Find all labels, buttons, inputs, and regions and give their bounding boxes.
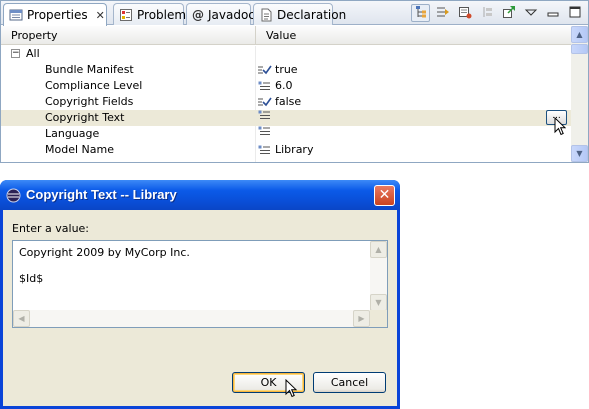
column-header-value[interactable]: Value	[255, 26, 571, 45]
show-advanced-button[interactable]	[433, 4, 452, 22]
view-menu-button[interactable]	[521, 4, 540, 22]
problems-icon	[119, 8, 133, 22]
category-row-all[interactable]: − All	[1, 46, 571, 62]
table-row[interactable]: Model Name Library	[1, 142, 571, 158]
copyright-text-dialog: Copyright Text -- Library ✕ Enter a valu…	[0, 180, 400, 409]
tab-properties[interactable]: Properties ✕	[3, 3, 107, 26]
table-scrollbar[interactable]: ▲ ▼	[571, 26, 588, 162]
pin-icon	[502, 5, 516, 22]
checkbox-value-icon	[258, 97, 272, 108]
category-label: All	[26, 47, 40, 60]
prompt-label: Enter a value:	[12, 222, 90, 235]
tab-problems[interactable]: Problems	[113, 3, 192, 25]
tab-declaration-label: Declaration	[277, 7, 347, 22]
link-icon	[480, 5, 494, 22]
property-name: Bundle Manifest	[45, 63, 134, 76]
pin-button[interactable]	[499, 4, 518, 22]
table-header: Property Value	[1, 26, 571, 45]
dialog-title: Copyright Text -- Library	[26, 187, 177, 202]
restore-default-icon	[458, 5, 472, 22]
property-value: 6.0	[275, 79, 293, 92]
view-tab-bar: Properties ✕ Problems @ Javadoc Declarat…	[1, 1, 588, 26]
property-name: Compliance Level	[45, 79, 143, 92]
property-name: Language	[45, 127, 100, 140]
at-sign-icon: @	[192, 7, 204, 22]
property-value: Library	[275, 143, 314, 156]
tab-declaration[interactable]: Declaration	[253, 3, 346, 25]
view-menu-icon	[524, 5, 538, 22]
scroll-left-arrow-icon[interactable]: ◀	[13, 310, 30, 327]
dialog-body: Enter a value: Copyright 2009 by MyCorp …	[3, 210, 397, 406]
scrollbar-corner	[370, 310, 387, 327]
table-row[interactable]: Language	[1, 126, 571, 142]
properties-view: Properties ✕ Problems @ Javadoc Declarat…	[0, 0, 589, 163]
tab-properties-label: Properties	[27, 8, 88, 22]
table-row[interactable]: Compliance Level 6.0	[1, 78, 571, 94]
table-row-selected[interactable]: Copyright Text ...	[1, 110, 571, 126]
list-value-icon	[258, 110, 272, 121]
dialog-titlebar[interactable]: Copyright Text -- Library ✕	[0, 180, 400, 210]
link-button[interactable]	[477, 4, 496, 22]
scroll-up-arrow-icon[interactable]: ▲	[571, 26, 588, 43]
properties-icon	[9, 8, 23, 22]
show-categories-icon	[414, 5, 428, 22]
show-categories-button[interactable]	[411, 4, 430, 22]
mouse-pointer-icon	[285, 379, 297, 398]
value-textarea[interactable]: Copyright 2009 by MyCorp Inc. $Id$ ▲ ▼ ◀…	[12, 240, 388, 328]
tab-javadoc[interactable]: @ Javadoc	[186, 3, 255, 25]
tab-problems-label: Problems	[137, 7, 193, 22]
scrollbar-thumb[interactable]	[571, 44, 588, 54]
eclipse-icon	[6, 188, 21, 203]
property-name: Copyright Fields	[45, 95, 134, 108]
list-value-icon	[258, 126, 272, 137]
textarea-horizontal-scrollbar[interactable]: ◀ ▶	[13, 310, 370, 327]
value-text[interactable]: Copyright 2009 by MyCorp Inc. $Id$	[19, 246, 190, 285]
table-row[interactable]: Bundle Manifest true	[1, 62, 571, 78]
textarea-vertical-scrollbar[interactable]: ▲ ▼	[370, 241, 387, 311]
table-row[interactable]: Copyright Fields false	[1, 94, 571, 110]
scroll-right-arrow-icon[interactable]: ▶	[353, 310, 370, 327]
scroll-down-arrow-icon[interactable]: ▼	[571, 145, 588, 162]
minimize-button[interactable]	[543, 4, 562, 22]
mouse-pointer-icon	[554, 117, 566, 136]
declaration-icon	[259, 8, 273, 22]
tab-javadoc-label: Javadoc	[208, 7, 255, 22]
minimize-icon	[546, 5, 560, 22]
property-name: Copyright Text	[45, 111, 125, 124]
value-line: $Id$	[19, 272, 44, 285]
property-value: false	[275, 95, 302, 108]
maximize-icon	[568, 5, 582, 22]
close-icon[interactable]: ✕	[96, 9, 105, 22]
collapse-icon[interactable]: −	[11, 49, 20, 58]
property-table: − All Bundle Manifest true Compliance Le…	[1, 46, 571, 162]
property-name: Model Name	[45, 143, 114, 156]
list-value-icon	[258, 145, 272, 156]
property-value: true	[275, 63, 298, 76]
scroll-down-arrow-icon[interactable]: ▼	[370, 294, 387, 311]
list-value-icon	[258, 81, 272, 92]
column-header-property[interactable]: Property	[1, 26, 255, 45]
maximize-button[interactable]	[565, 4, 584, 22]
view-toolbar	[411, 4, 584, 22]
restore-default-button[interactable]	[455, 4, 474, 22]
cancel-button[interactable]: Cancel	[313, 372, 386, 393]
value-line: Copyright 2009 by MyCorp Inc.	[19, 246, 190, 259]
checkbox-value-icon	[258, 65, 272, 76]
scroll-up-arrow-icon[interactable]: ▲	[370, 241, 387, 258]
close-icon: ✕	[378, 187, 391, 203]
show-advanced-icon	[436, 5, 450, 22]
close-button[interactable]: ✕	[374, 185, 395, 206]
